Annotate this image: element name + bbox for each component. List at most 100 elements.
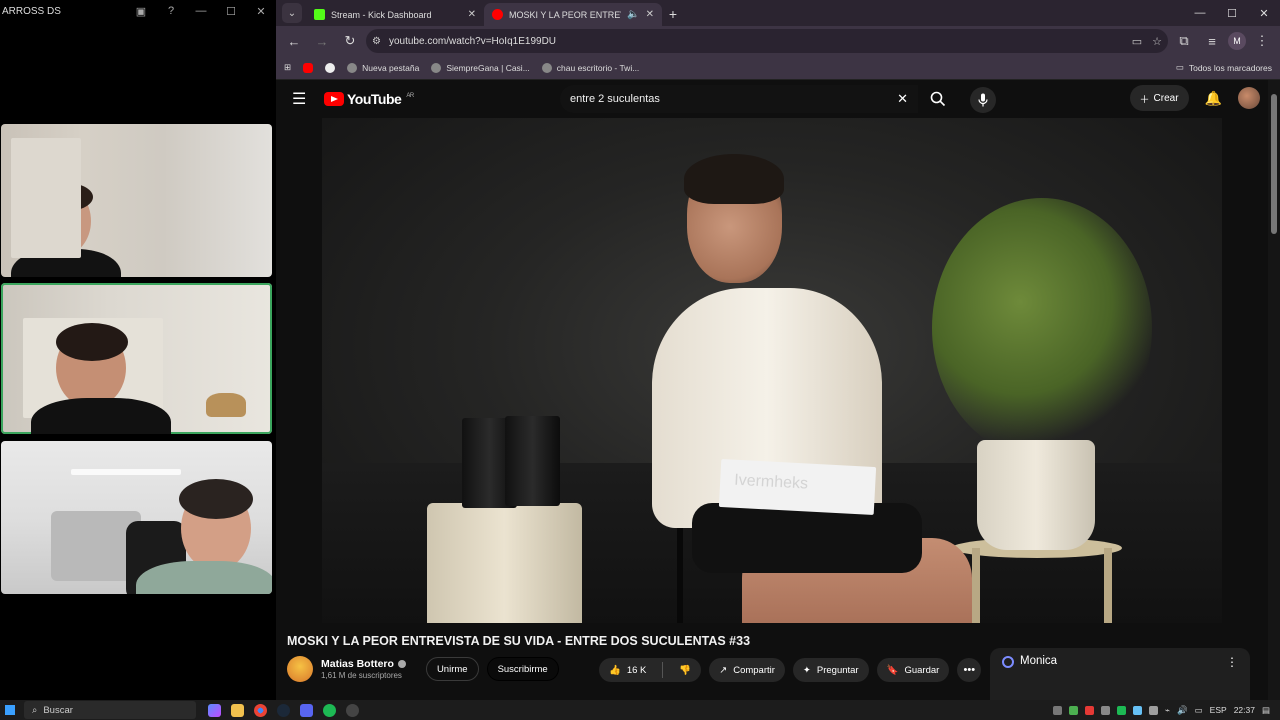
- clear-search-icon[interactable]: ✕: [897, 91, 908, 107]
- notifications-icon[interactable]: ▤: [1262, 705, 1270, 716]
- new-tab-button[interactable]: +: [662, 3, 684, 25]
- maximize-button[interactable]: ☐: [1216, 7, 1248, 20]
- subscribe-button[interactable]: Suscribirme: [486, 657, 559, 681]
- user-avatar[interactable]: [1238, 87, 1260, 109]
- close-button[interactable]: ✕: [1248, 7, 1280, 20]
- cast-icon[interactable]: ▭: [1132, 35, 1142, 48]
- channel-name[interactable]: Matias Bottero: [321, 658, 406, 671]
- kebab-menu-icon[interactable]: ⋮: [1226, 655, 1238, 669]
- battery-icon[interactable]: ▭: [1195, 705, 1203, 716]
- volume-icon[interactable]: 🔊: [1177, 705, 1188, 716]
- media-controls-icon[interactable]: ≡: [1200, 29, 1224, 53]
- file-explorer-icon[interactable]: [231, 703, 244, 717]
- monica-panel[interactable]: Monica ⋮: [990, 648, 1250, 700]
- participant-shirt: [136, 561, 272, 594]
- save-label: Guardar: [904, 664, 940, 676]
- tray-app-icon[interactable]: [1052, 705, 1062, 715]
- video-tile-participant-3[interactable]: [1, 441, 272, 594]
- taskbar-search[interactable]: ⌕ Buscar: [24, 701, 196, 719]
- tab-search-button[interactable]: ⌄: [282, 3, 302, 23]
- language-indicator[interactable]: ESP: [1210, 705, 1227, 715]
- tray-app-icon[interactable]: [1116, 705, 1126, 715]
- plant: [932, 198, 1152, 458]
- like-button[interactable]: 👍 16 K: [599, 658, 656, 682]
- scrollbar-thumb[interactable]: [1271, 94, 1277, 234]
- voice-search-button[interactable]: [970, 87, 996, 113]
- share-button[interactable]: ↗ Compartir: [709, 658, 785, 682]
- header-actions: ＋ Crear 🔔: [1129, 85, 1260, 111]
- channel-avatar[interactable]: [287, 656, 313, 682]
- ask-button[interactable]: ✦ Preguntar: [792, 658, 869, 682]
- search-button[interactable]: [918, 85, 958, 113]
- tab-youtube-video[interactable]: MOSKI Y LA PEOR ENTREVI 🔈 ✕: [484, 3, 662, 26]
- notifications-bell-icon[interactable]: 🔔: [1205, 90, 1222, 107]
- share-icon: ↗: [719, 664, 728, 676]
- globe-icon: [325, 62, 336, 73]
- screen-share-icon[interactable]: ▣: [126, 0, 156, 22]
- search-input[interactable]: entre 2 suculentas ✕: [560, 85, 918, 113]
- tray-app-icon[interactable]: [1132, 705, 1142, 715]
- forward-button[interactable]: →: [310, 29, 334, 53]
- apps-icon[interactable]: ⊞: [284, 62, 291, 73]
- more-actions-button[interactable]: •••: [957, 658, 982, 682]
- bookmark-new-tab[interactable]: Nueva pestaña: [347, 62, 419, 73]
- minimize-button[interactable]: —: [186, 0, 216, 22]
- tray-app-icon[interactable]: [1100, 705, 1110, 715]
- page-scrollbar[interactable]: [1268, 80, 1280, 700]
- help-icon[interactable]: ?: [156, 0, 186, 22]
- close-button[interactable]: ✕: [246, 0, 276, 22]
- address-bar[interactable]: ⚙ youtube.com/watch?v=HoIq1E199DU ▭ ☆: [366, 29, 1168, 53]
- all-bookmarks[interactable]: ▭ Todos los marcadores: [1176, 62, 1272, 73]
- minimize-button[interactable]: —: [1184, 7, 1216, 19]
- speaker-icon[interactable]: 🔈: [627, 9, 639, 20]
- join-button[interactable]: Unirme: [425, 657, 479, 681]
- bookmark-globe[interactable]: [325, 62, 336, 73]
- maximize-button[interactable]: ☐: [216, 0, 246, 22]
- extensions-icon[interactable]: ⧉: [1172, 29, 1196, 53]
- close-tab-icon[interactable]: ✕: [468, 9, 476, 20]
- bookmark-siempregana[interactable]: SiempreGana | Casi...: [431, 62, 530, 73]
- microphone-icon: [978, 93, 988, 107]
- search-query: entre 2 suculentas: [570, 93, 660, 105]
- back-button[interactable]: ←: [282, 29, 306, 53]
- call-window-titlebar: ARROSS DS ▣ ? — ☐ ✕: [0, 0, 276, 22]
- close-tab-icon[interactable]: ✕: [646, 9, 654, 20]
- spotify-icon[interactable]: [323, 703, 336, 717]
- discord-icon[interactable]: [300, 703, 313, 717]
- tab-kick-dashboard[interactable]: Stream - Kick Dashboard ✕: [306, 3, 484, 26]
- monica-icon: [1002, 656, 1014, 668]
- verified-icon: [397, 660, 406, 669]
- video-player[interactable]: Ivermheks: [322, 118, 1222, 623]
- clock[interactable]: 22:37: [1234, 705, 1255, 715]
- video-tile-participant-2[interactable]: [1, 283, 272, 434]
- region-code: AR: [406, 93, 414, 99]
- dislike-button[interactable]: 👎: [669, 658, 701, 682]
- obs-icon[interactable]: [346, 703, 359, 717]
- start-button[interactable]: [0, 700, 20, 720]
- create-label: Crear: [1153, 92, 1179, 104]
- hamburger-menu-icon[interactable]: ☰: [292, 89, 316, 109]
- youtube-logo[interactable]: YouTube AR: [324, 91, 414, 107]
- tray-app-icon[interactable]: [1084, 705, 1094, 715]
- site-info-icon[interactable]: ⚙: [372, 36, 381, 47]
- steam-icon[interactable]: [277, 703, 290, 717]
- tray-app-icon[interactable]: [1148, 705, 1158, 715]
- copilot-icon[interactable]: [208, 703, 221, 717]
- video-tile-participant-1[interactable]: [1, 124, 272, 277]
- bookmark-youtube[interactable]: [303, 62, 314, 73]
- browser-menu-icon[interactable]: ⋮: [1250, 29, 1274, 53]
- reload-button[interactable]: ↻: [338, 29, 362, 53]
- ask-label: Preguntar: [816, 664, 859, 676]
- network-icon[interactable]: ⌁: [1165, 705, 1170, 716]
- chrome-icon[interactable]: [254, 703, 267, 717]
- tray-app-icon[interactable]: [1068, 705, 1078, 715]
- bookmark-chau-escritorio[interactable]: chau escritorio - Twi...: [541, 62, 639, 73]
- profile-avatar[interactable]: M: [1228, 32, 1246, 50]
- participant-hair: [179, 479, 253, 519]
- youtube-logo-text: YouTube: [347, 91, 402, 107]
- taskbar-apps: [208, 703, 359, 717]
- save-button[interactable]: 🔖 Guardar: [876, 658, 950, 682]
- create-button[interactable]: ＋ Crear: [1129, 85, 1189, 111]
- youtube-play-icon: [324, 92, 344, 106]
- bookmark-star-icon[interactable]: ☆: [1152, 35, 1162, 48]
